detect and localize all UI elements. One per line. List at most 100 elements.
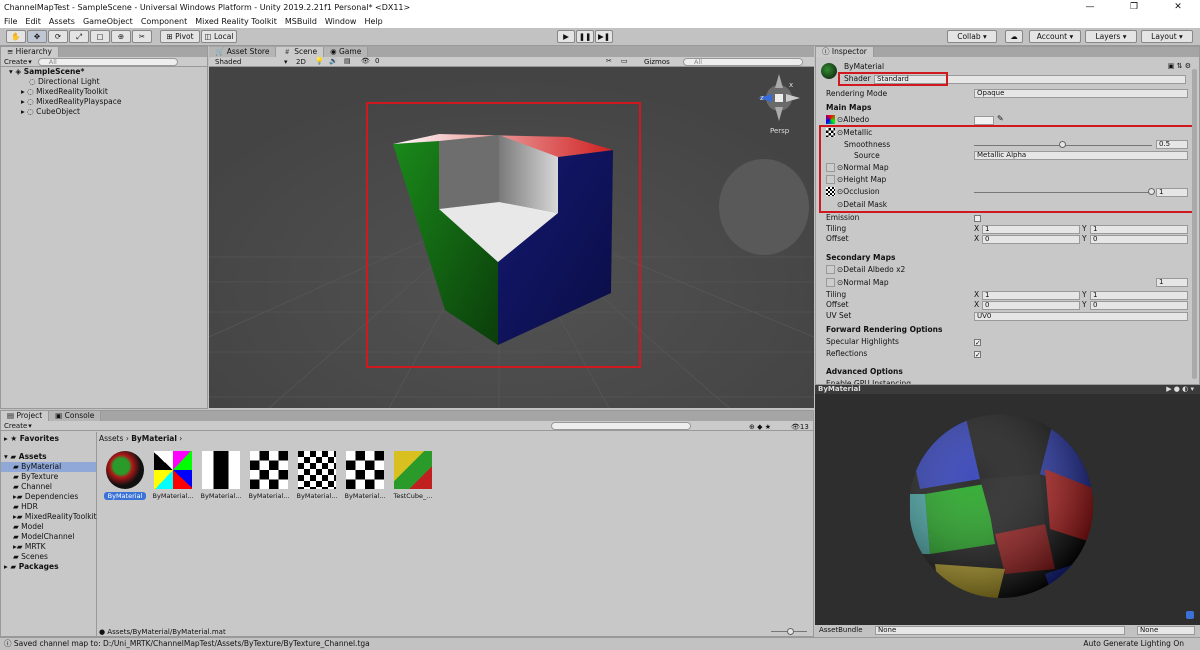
hierarchy-item-playspace[interactable]: ▸ ◌ MixedRealityPlayspace: [1, 97, 207, 107]
folder-item-bymaterial[interactable]: ▰ ByMaterial: [1, 462, 96, 472]
lighting-toggle-icon[interactable]: 💡: [315, 57, 324, 65]
material-preview[interactable]: ByMaterial ▶ ● ◐ ▾ AssetBundle None None: [815, 385, 1200, 636]
tab-scene[interactable]: #️ Scene: [276, 47, 325, 57]
local-button[interactable]: ◫ Local: [201, 30, 237, 43]
emission-checkbox[interactable]: [974, 215, 981, 222]
hand-tool-icon[interactable]: ✋: [6, 30, 26, 43]
offset-x-field[interactable]: 0: [982, 235, 1080, 244]
play-button[interactable]: ▶: [557, 30, 575, 43]
menu-component[interactable]: Component: [141, 17, 187, 26]
folder-item-channel[interactable]: ▰ Channel: [1, 482, 96, 492]
folder-item-mrtk[interactable]: ▸▰ MRTK: [1, 542, 96, 552]
audio-toggle-icon[interactable]: 🔊: [329, 57, 338, 65]
move-tool-icon[interactable]: ✥: [27, 30, 47, 43]
folder-item-mrtk-lib[interactable]: ▸▰ MixedRealityToolkit: [1, 512, 97, 522]
layers-dropdown[interactable]: Layers ▾: [1085, 30, 1137, 43]
project-create-button[interactable]: Create: [4, 422, 27, 430]
pause-button[interactable]: ❚❚: [576, 30, 594, 43]
assets-root-item[interactable]: ▾ ▰ Assets: [1, 452, 96, 462]
hierarchy-search-input[interactable]: All: [37, 57, 178, 66]
rotate-tool-icon[interactable]: ⟳: [48, 30, 68, 43]
rendering-mode-dropdown[interactable]: Opaque: [974, 89, 1188, 98]
tiling2-x-field[interactable]: 1: [982, 291, 1080, 300]
offset-y-field[interactable]: 0: [1090, 235, 1188, 244]
tab-project[interactable]: ▤ Project: [1, 411, 50, 421]
cloud-icon[interactable]: ☁: [1005, 30, 1023, 43]
folder-item-model[interactable]: ▰ Model: [1, 522, 96, 532]
tab-game[interactable]: ◉ Game: [324, 47, 369, 57]
normal-map2-value-field[interactable]: 1: [1156, 278, 1188, 287]
breadcrumb-bymaterial[interactable]: ByMaterial: [131, 434, 177, 443]
packages-item[interactable]: ▸ ▰ Packages: [1, 562, 96, 572]
scale-tool-icon[interactable]: ⤢: [69, 30, 89, 43]
menu-help[interactable]: Help: [364, 17, 382, 26]
scene-root-item[interactable]: ▾ ◈ SampleScene*: [1, 67, 207, 77]
asset-item[interactable]: TestCube_...: [392, 451, 434, 500]
tiling-x-field[interactable]: 1: [982, 225, 1080, 234]
maximize-icon[interactable]: ❐: [1112, 0, 1156, 14]
project-search-input[interactable]: [551, 422, 691, 430]
custom-tool-icon[interactable]: ✂: [132, 30, 152, 43]
menu-window[interactable]: Window: [325, 17, 357, 26]
status-message[interactable]: Saved channel map to: D:/Uni_MRTK/Channe…: [14, 639, 370, 648]
gizmos-dropdown[interactable]: Gizmos: [644, 58, 670, 66]
tab-asset-store[interactable]: 🛒 Asset Store: [209, 47, 277, 57]
menu-gameobject[interactable]: GameObject: [83, 17, 133, 26]
collab-dropdown[interactable]: Collab ▾: [947, 30, 997, 43]
step-button[interactable]: ▶❚: [595, 30, 613, 43]
account-dropdown[interactable]: Account ▾: [1029, 30, 1081, 43]
folder-item-dependencies[interactable]: ▸▰ Dependencies: [1, 492, 96, 502]
reflections-checkbox[interactable]: ✓: [974, 351, 981, 359]
tab-inspector[interactable]: ⓘ Inspector: [816, 47, 874, 57]
thumbnail-size-knob[interactable]: [787, 628, 794, 635]
shading-dropdown-icon[interactable]: ▾: [284, 58, 288, 66]
detail-albedo-slot[interactable]: [826, 265, 835, 274]
asset-item[interactable]: ByMaterial...: [248, 451, 290, 500]
material-header-icons[interactable]: ▣ ⇅ ⚙: [1168, 62, 1191, 70]
asset-label-icon[interactable]: [1186, 611, 1194, 619]
effects-toggle-icon[interactable]: ▤: [344, 57, 351, 65]
menu-edit[interactable]: Edit: [25, 17, 41, 26]
camera-settings-icon[interactable]: ▭: [621, 57, 628, 65]
rect-tool-icon[interactable]: ▢: [90, 30, 110, 43]
2d-toggle[interactable]: 2D: [296, 58, 306, 66]
tab-console[interactable]: ▣ Console: [49, 411, 102, 421]
tiling-y-field[interactable]: 1: [1090, 225, 1188, 234]
folder-item-hdr[interactable]: ▰ HDR: [1, 502, 96, 512]
asset-item[interactable]: ByMaterial: [104, 451, 146, 500]
uv-set-dropdown[interactable]: UV0: [974, 312, 1188, 321]
favorites-item[interactable]: ▸ ★ Favorites: [1, 434, 96, 444]
hierarchy-item-directional-light[interactable]: ◌ Directional Light: [1, 77, 207, 87]
asset-item[interactable]: ByMaterial...: [296, 451, 338, 500]
menu-file[interactable]: File: [4, 17, 17, 26]
folder-item-bytexture[interactable]: ▰ ByTexture: [1, 472, 96, 482]
normal-map2-slot[interactable]: [826, 278, 835, 287]
layout-dropdown[interactable]: Layout ▾: [1141, 30, 1193, 43]
asset-bundle-dropdown[interactable]: None: [875, 626, 1125, 635]
hierarchy-create-button[interactable]: Create: [4, 58, 27, 66]
menu-mrtk[interactable]: Mixed Reality Toolkit: [195, 17, 277, 26]
scene-search-input[interactable]: All: [683, 58, 803, 66]
menu-assets[interactable]: Assets: [49, 17, 75, 26]
folder-item-modelchannel[interactable]: ▰ ModelChannel: [1, 532, 96, 542]
scene-view[interactable]: z x Persp: [209, 57, 814, 408]
asset-item[interactable]: ByMaterial...: [200, 451, 242, 500]
albedo-color-field[interactable]: [974, 116, 994, 125]
tab-hierarchy[interactable]: ≡ Hierarchy: [1, 47, 59, 57]
filter-icons[interactable]: ⊕ ◆ ★: [749, 423, 771, 431]
pivot-button[interactable]: ⊞ Pivot: [160, 30, 200, 43]
asset-item[interactable]: ByMaterial...: [152, 451, 194, 500]
minimize-icon[interactable]: —: [1068, 0, 1112, 14]
eyedropper-icon[interactable]: ✎: [997, 114, 1004, 123]
scene-canvas[interactable]: z x Persp: [209, 57, 814, 408]
persp-label[interactable]: Persp: [770, 127, 790, 135]
tiling2-y-field[interactable]: 1: [1090, 291, 1188, 300]
folder-item-scenes[interactable]: ▰ Scenes: [1, 552, 96, 562]
breadcrumb-assets[interactable]: Assets: [99, 434, 123, 443]
hidden-objects-icon[interactable]: 👁: [361, 57, 370, 65]
asset-item[interactable]: ByMaterial...: [344, 451, 386, 500]
transform-tool-icon[interactable]: ⊕: [111, 30, 131, 43]
offset2-x-field[interactable]: 0: [982, 301, 1080, 310]
menu-msbuild[interactable]: MSBuild: [285, 17, 317, 26]
asset-variant-dropdown[interactable]: None: [1137, 626, 1195, 635]
